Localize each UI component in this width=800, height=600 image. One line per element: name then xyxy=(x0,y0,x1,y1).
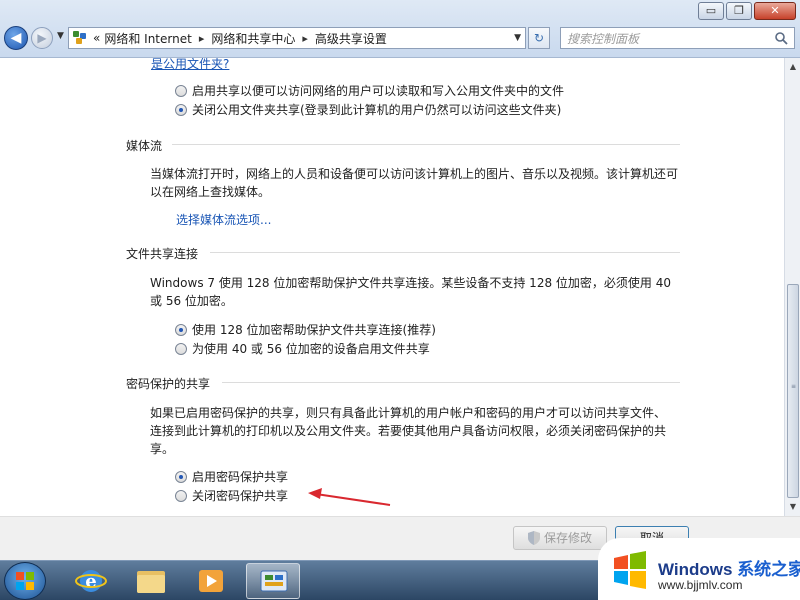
radio-button[interactable] xyxy=(175,489,187,502)
control-panel-icon xyxy=(73,31,89,45)
radio-label: 启用密码保护共享 xyxy=(192,470,289,484)
minimize-button[interactable]: ▭ xyxy=(698,2,724,20)
radio-enable-password-sharing[interactable]: 启用密码保护共享 xyxy=(175,468,288,485)
section-title-file-sharing: 文件共享连接 xyxy=(126,247,199,261)
taskbar-internet-explorer[interactable]: e xyxy=(64,563,118,599)
vertical-scrollbar[interactable]: ▲ ≡ ▼ xyxy=(784,58,800,516)
radio-label: 使用 128 位加密帮助保护文件共享连接(推荐) xyxy=(192,323,436,337)
chevron-right-icon[interactable]: ▸ xyxy=(196,32,208,45)
settings-content: 是公用文件夹? 启用共享以便可以访问网络的用户可以读取和写入公用文件夹中的文件 … xyxy=(0,58,784,516)
radio-label: 关闭密码保护共享 xyxy=(192,489,289,503)
uac-shield-icon xyxy=(527,531,540,545)
taskbar-media-player[interactable] xyxy=(184,563,238,599)
folder-icon xyxy=(137,571,165,593)
divider xyxy=(210,252,680,253)
radio-button[interactable] xyxy=(175,84,187,97)
back-arrow-icon[interactable]: ◀ xyxy=(4,26,28,50)
media-player-icon xyxy=(199,570,223,592)
maximize-button[interactable]: ❐ xyxy=(726,2,752,20)
radio-label: 关闭公用文件夹共享(登录到此计算机的用户仍然可以访问这些文件夹) xyxy=(192,103,562,117)
forward-arrow-icon[interactable]: ▶ xyxy=(31,27,53,49)
breadcrumb-network-sharing-center[interactable]: 网络和共享中心 xyxy=(211,30,295,47)
radio-128bit-encryption[interactable]: 使用 128 位加密帮助保护文件共享连接(推荐) xyxy=(175,321,436,338)
public-folder-link[interactable]: 是公用文件夹? xyxy=(151,58,229,72)
breadcrumb-network-internet[interactable]: 网络和 Internet xyxy=(104,30,191,47)
media-streaming-options-link[interactable]: 选择媒体流选项... xyxy=(176,211,271,228)
radio-button-selected[interactable] xyxy=(175,323,187,336)
scroll-down-arrow-icon[interactable]: ▼ xyxy=(787,500,799,514)
recent-pages-dropdown[interactable]: ▼ xyxy=(57,31,64,41)
search-icon[interactable] xyxy=(774,31,788,45)
watermark-brand: Windows xyxy=(658,560,733,579)
section-title-password-sharing: 密码保护的共享 xyxy=(126,377,211,391)
scroll-up-arrow-icon[interactable]: ▲ xyxy=(787,60,799,74)
watermark-url: www.bjjmlv.com xyxy=(658,578,743,592)
radio-disable-password-sharing[interactable]: 关闭密码保护共享 xyxy=(175,487,288,504)
windows-logo-icon xyxy=(16,572,34,590)
taskbar-explorer[interactable] xyxy=(124,563,178,599)
file-sharing-description: Windows 7 使用 128 位加密帮助保护文件共享连接。某些设备不支持 1… xyxy=(150,276,671,308)
red-arrow-annotation xyxy=(308,488,391,506)
save-changes-button[interactable]: 保存修改 xyxy=(513,526,607,550)
radio-button[interactable] xyxy=(175,342,187,355)
watermark-title: Windows 系统之家 xyxy=(658,555,800,580)
watermark: Windows 系统之家 www.bjjmlv.com xyxy=(598,538,800,600)
section-title-media: 媒体流 xyxy=(126,139,163,153)
windows-logo-icon xyxy=(614,551,646,589)
divider xyxy=(222,382,680,383)
control-panel-icon xyxy=(260,570,288,592)
grip-icon: ≡ xyxy=(791,383,797,390)
media-description: 当媒体流打开时，网络上的人员和设备便可以访问该计算机上的图片、音乐以及视频。该计… xyxy=(150,167,679,199)
search-placeholder: 搜索控制面板 xyxy=(567,31,640,46)
password-sharing-description: 如果已启用密码保护的共享，则只有具备此计算机的用户帐户和密码的用户才可以访问共享… xyxy=(150,406,667,456)
radio-label: 为使用 40 或 56 位加密的设备启用文件共享 xyxy=(192,342,430,356)
save-label: 保存修改 xyxy=(543,531,592,545)
radio-button-selected[interactable] xyxy=(175,470,187,483)
divider xyxy=(172,144,680,145)
breadcrumb-advanced-sharing[interactable]: 高级共享设置 xyxy=(315,30,387,47)
window-header: ▭ ❐ ✕ ◀ ▶ ▼ « 网络和 Internet ▸ 网络和共享中心 ▸ 高… xyxy=(0,0,800,58)
chevron-down-icon[interactable]: ▼ xyxy=(514,33,521,43)
search-input[interactable]: 搜索控制面板 xyxy=(560,27,795,49)
start-button[interactable] xyxy=(4,562,46,600)
taskbar-control-panel[interactable] xyxy=(246,563,300,599)
radio-button-selected[interactable] xyxy=(175,103,187,116)
radio-label: 启用共享以便可以访问网络的用户可以读取和写入公用文件夹中的文件 xyxy=(192,84,565,98)
radio-disable-public-folder[interactable]: 关闭公用文件夹共享(登录到此计算机的用户仍然可以访问这些文件夹) xyxy=(175,101,561,118)
window-controls: ▭ ❐ ✕ xyxy=(698,2,796,20)
refresh-button[interactable]: ↻ xyxy=(528,27,550,49)
address-bar[interactable]: « 网络和 Internet ▸ 网络和共享中心 ▸ 高级共享设置 ▼ xyxy=(68,27,526,49)
close-button[interactable]: ✕ xyxy=(754,2,796,20)
address-prefix[interactable]: « xyxy=(93,31,100,45)
scrollbar-thumb[interactable]: ≡ xyxy=(787,284,799,498)
radio-40-56bit-encryption[interactable]: 为使用 40 或 56 位加密的设备启用文件共享 xyxy=(175,340,430,357)
watermark-brand-cn: 系统之家 xyxy=(737,560,800,579)
chevron-right-icon[interactable]: ▸ xyxy=(299,32,311,45)
radio-enable-public-folder[interactable]: 启用共享以便可以访问网络的用户可以读取和写入公用文件夹中的文件 xyxy=(175,82,564,99)
internet-explorer-icon: e xyxy=(75,570,107,592)
